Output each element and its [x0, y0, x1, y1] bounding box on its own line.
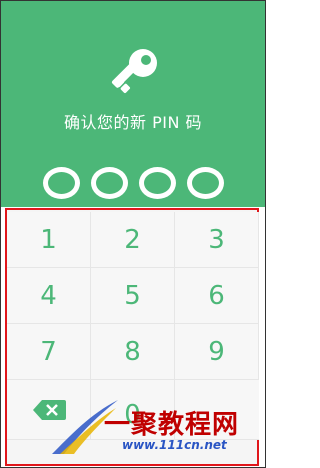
watermark-url: www.111cn.net — [122, 438, 227, 452]
pin-header: 确认您的新 PIN 码 — [1, 1, 265, 207]
pin-dot — [42, 167, 80, 199]
watermark-text: 一聚教程网 — [104, 410, 240, 440]
key-7[interactable]: 7 — [7, 324, 91, 380]
key-2[interactable]: 2 — [91, 212, 175, 268]
key-8[interactable]: 8 — [91, 324, 175, 380]
key-4[interactable]: 4 — [7, 268, 91, 324]
pin-title: 确认您的新 PIN 码 — [63, 113, 202, 132]
pin-dot — [186, 167, 224, 199]
key-6[interactable]: 6 — [175, 268, 259, 324]
key-9[interactable]: 9 — [175, 324, 259, 380]
key-5[interactable]: 5 — [91, 268, 175, 324]
key-icon — [111, 49, 157, 94]
pin-dot — [138, 167, 176, 199]
key-3[interactable]: 3 — [175, 212, 259, 268]
pin-indicator — [1, 155, 265, 211]
key-1[interactable]: 1 — [7, 212, 91, 268]
pin-dot — [90, 167, 128, 199]
